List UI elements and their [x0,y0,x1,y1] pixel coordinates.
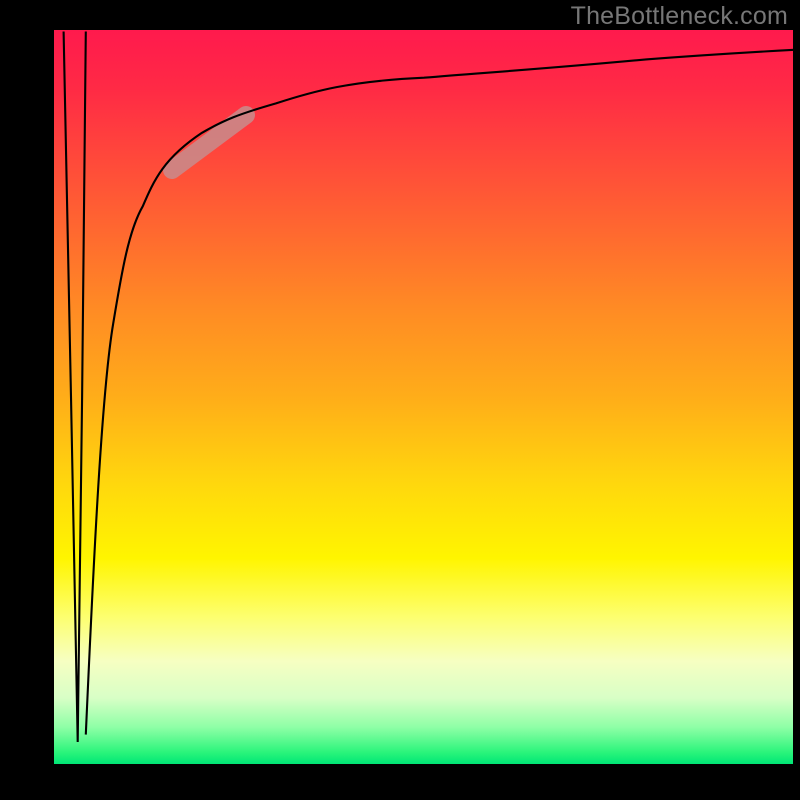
frame-border-left [0,0,54,800]
chart-frame: TheBottleneck.com [0,0,800,800]
frame-border-right [793,0,800,800]
frame-border-bottom [0,764,800,800]
watermark-text: TheBottleneck.com [571,2,788,31]
chart-svg [54,30,794,764]
dip-line [64,32,86,743]
highlight-segment [172,115,246,170]
